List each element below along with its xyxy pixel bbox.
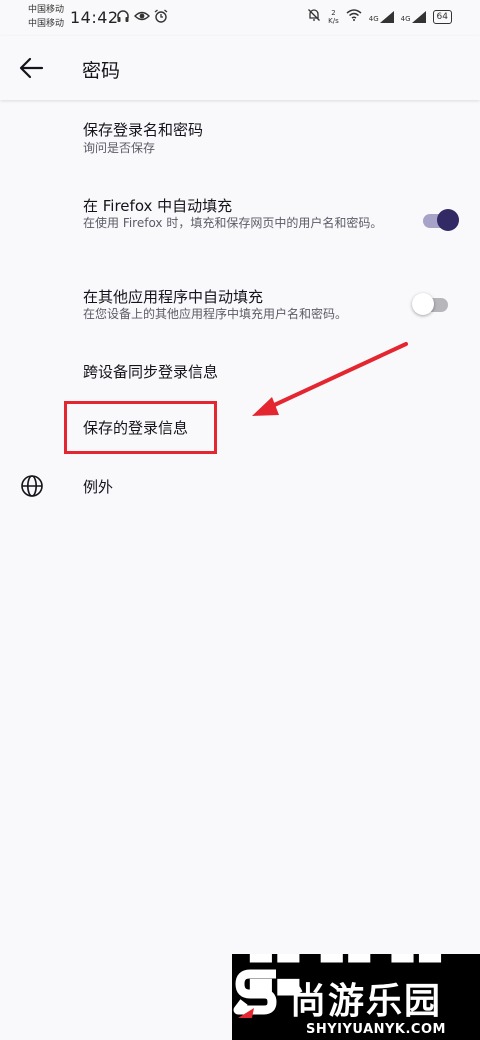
arrow-left-icon xyxy=(19,57,44,79)
setting-save-logins[interactable]: 保存登录名和密码 询问是否保存 xyxy=(0,108,480,168)
carrier-1: 中国移动 xyxy=(28,5,65,15)
setting-sync-logins-title: 跨设备同步登录信息 xyxy=(83,363,219,381)
battery-icon: 64 xyxy=(432,9,452,24)
signal-2-icon: 4G xyxy=(400,10,426,23)
toggle-thumb xyxy=(437,209,459,231)
network-speed-value: 2 xyxy=(331,8,336,17)
setting-autofill-other-apps-subtitle: 在您设备上的其他应用程序中填充用户名和密码。 xyxy=(83,307,348,321)
globe-icon xyxy=(21,475,43,497)
watermark-brand: 尚游乐园 xyxy=(290,981,443,1022)
signal-1-icon: 4G xyxy=(368,10,394,23)
status-icons-right: 2 K/s 4G 4G 64 xyxy=(307,8,452,25)
setting-save-logins-title: 保存登录名和密码 xyxy=(83,121,204,139)
setting-exceptions-title: 例外 xyxy=(83,478,114,496)
setting-autofill-firefox-subtitle: 在使用 Firefox 时，填充和保存网页中的用户名和密码。 xyxy=(83,216,383,230)
eye-icon xyxy=(134,9,150,27)
setting-autofill-other-apps-title: 在其他应用程序中自动填充 xyxy=(83,288,264,306)
setting-exceptions[interactable]: 例外 xyxy=(0,464,480,508)
back-button[interactable] xyxy=(16,54,48,82)
toggle-thumb xyxy=(412,293,434,315)
watermark-url: SHYIYUANYK.COM xyxy=(306,1022,446,1037)
mute-icon xyxy=(307,8,321,25)
setting-sync-logins[interactable]: 跨设备同步登录信息 xyxy=(0,350,480,394)
page-title: 密码 xyxy=(82,60,121,82)
setting-autofill-firefox[interactable]: 在 Firefox 中自动填充 在使用 Firefox 时，填充和保存网页中的用… xyxy=(0,184,480,260)
app-bar: 密码 xyxy=(0,36,480,100)
wifi-icon xyxy=(346,9,362,24)
setting-autofill-firefox-title: 在 Firefox 中自动填充 xyxy=(83,197,233,215)
carrier-2: 中国移动 xyxy=(28,19,65,29)
watermark-logo-icon xyxy=(233,969,277,1018)
clock: 14:42 xyxy=(70,8,119,27)
network-speed-unit: K/s xyxy=(328,16,339,25)
network-speed: 2 K/s xyxy=(328,9,339,25)
setting-autofill-other-apps[interactable]: 在其他应用程序中自动填充 在您设备上的其他应用程序中填充用户名和密码。 xyxy=(0,276,480,336)
watermark: ▀▀ ▀▀ ▀▀ ▀▀ 尚游乐园 SHYIYUANYK.COM xyxy=(232,954,480,1040)
signal-1-label: 4G xyxy=(368,14,379,23)
annotation-highlight-box xyxy=(64,401,217,454)
status-bar: 中国移动 中国移动 14:42 2 K/s 4G 4G 64 xyxy=(0,0,480,36)
autofill-other-apps-toggle[interactable] xyxy=(412,291,452,319)
autofill-firefox-toggle[interactable] xyxy=(419,207,459,235)
setting-save-logins-subtitle: 询问是否保存 xyxy=(83,141,156,155)
status-icons-left xyxy=(116,9,168,27)
signal-2-label: 4G xyxy=(400,14,411,23)
alarm-icon xyxy=(154,9,168,27)
headset-icon xyxy=(116,9,130,27)
